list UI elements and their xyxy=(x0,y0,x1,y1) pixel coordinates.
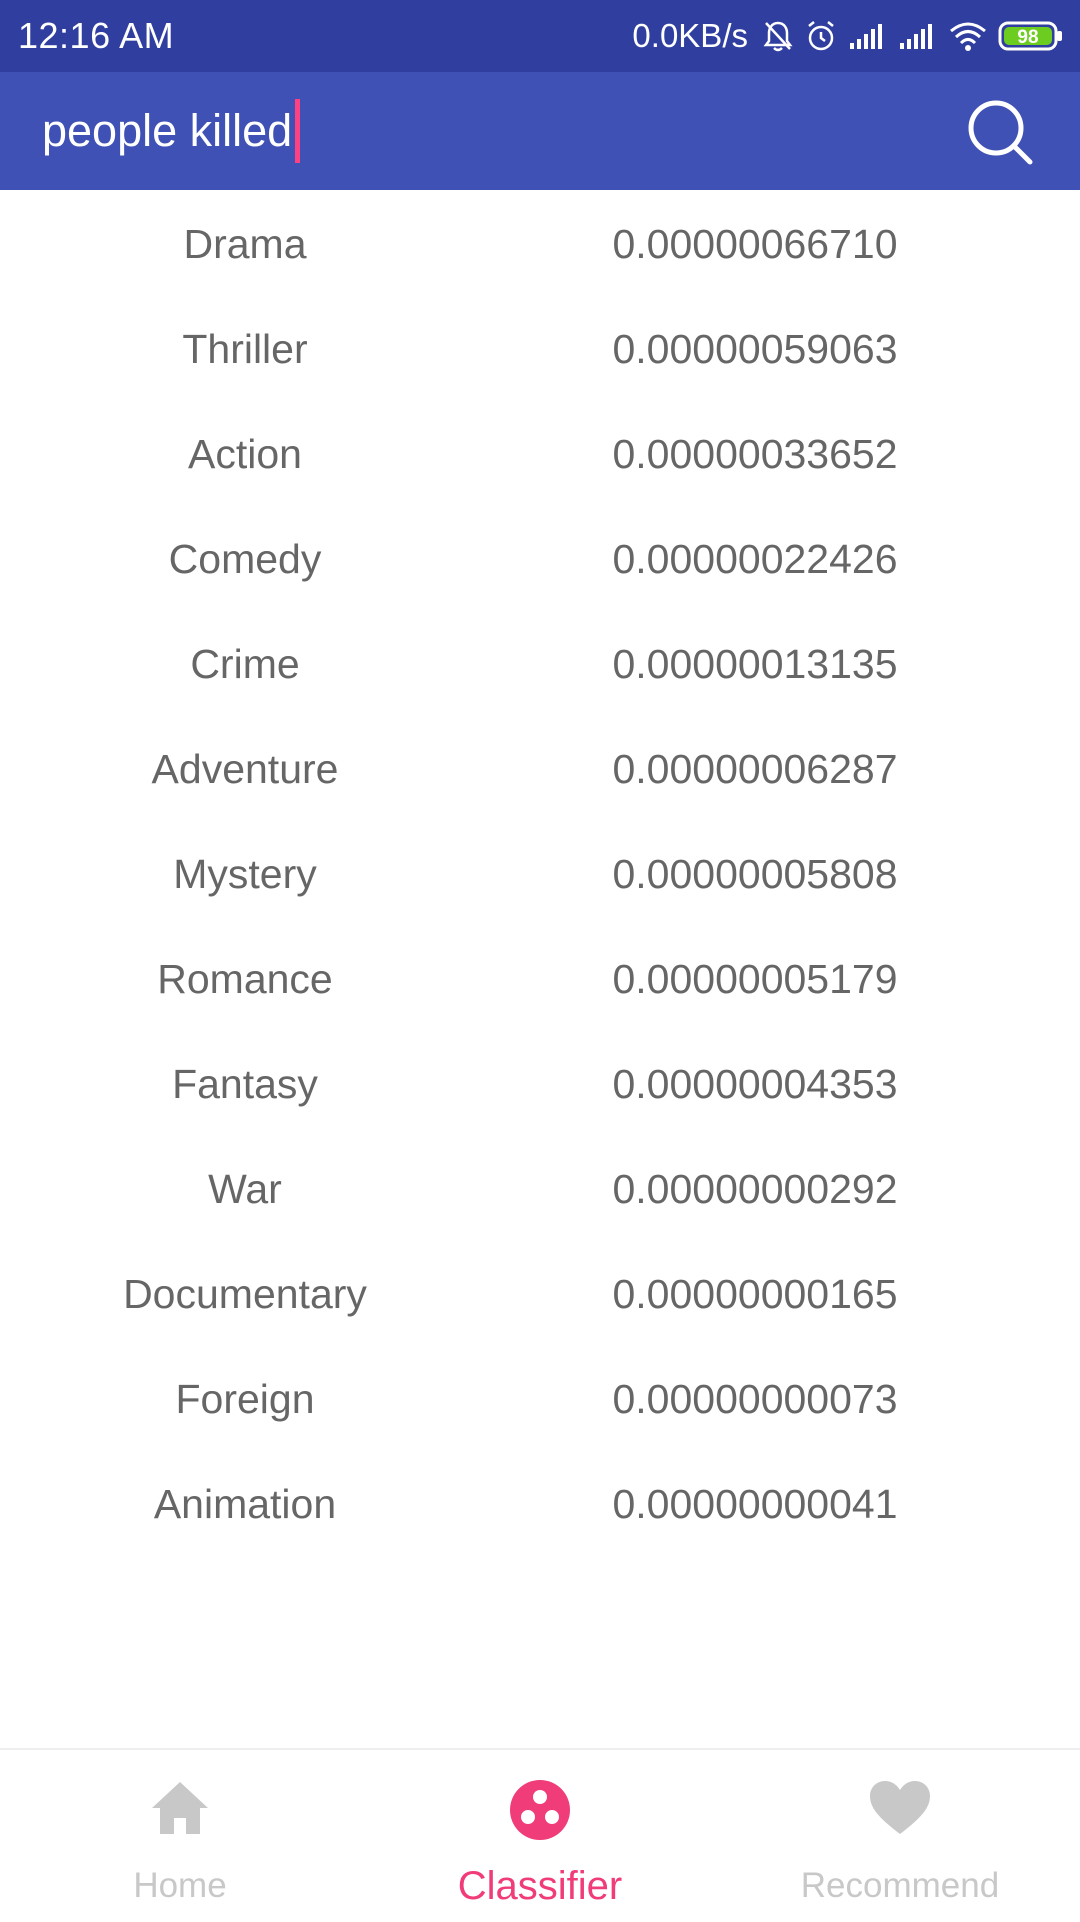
genre-row: Fantasy 0.00000004353 xyxy=(0,1032,1080,1137)
genre-name: War xyxy=(208,1166,282,1212)
genre-score: 0.00000006287 xyxy=(612,746,898,792)
battery-level: 98 xyxy=(1017,27,1038,48)
genre-name: Drama xyxy=(183,221,307,267)
genre-score: 0.00000022426 xyxy=(612,536,898,582)
nav-home-label: Home xyxy=(133,1866,227,1905)
genre-row: Crime 0.00000013135 xyxy=(0,612,1080,717)
genre-score: 0.00000005179 xyxy=(612,956,898,1002)
nav-classifier[interactable]: Classifier xyxy=(360,1750,720,1922)
bottom-navigation: Home Classifier Recommend xyxy=(0,1748,1080,1922)
genre-row: Romance 0.00000005179 xyxy=(0,927,1080,1032)
genre-name: Animation xyxy=(153,1481,337,1527)
genre-row: Adventure 0.00000006287 xyxy=(0,717,1080,822)
genre-score: 0.00000005808 xyxy=(612,851,898,897)
nav-recommend-label: Recommend xyxy=(800,1866,1000,1905)
genre-name: Comedy xyxy=(168,536,322,582)
classifier-icon xyxy=(510,1780,570,1840)
genre-name: Mystery xyxy=(173,851,317,897)
genre-row: War 0.00000000292 xyxy=(0,1137,1080,1242)
genre-row: Drama 0.00000066710 xyxy=(0,192,1080,297)
network-speed: 0.0KB/s xyxy=(632,17,748,54)
nav-recommend[interactable]: Recommend xyxy=(720,1750,1080,1922)
genre-score: 0.00000004353 xyxy=(612,1061,898,1107)
genre-score: 0.00000000041 xyxy=(612,1481,898,1527)
genre-name: Thriller xyxy=(182,326,308,372)
genre-score: 0.00000066710 xyxy=(612,221,898,267)
genre-score: 0.00000000073 xyxy=(612,1376,898,1422)
home-icon xyxy=(152,1782,208,1834)
genre-row: Action 0.00000033652 xyxy=(0,402,1080,507)
genre-name: Fantasy xyxy=(172,1061,318,1107)
genre-score: 0.00000000292 xyxy=(612,1166,898,1212)
genre-row: Animation 0.00000000041 xyxy=(0,1452,1080,1557)
genre-name: Documentary xyxy=(123,1271,367,1317)
status-bar: 12:16 AM 0.0KB/s 98 xyxy=(0,0,1080,72)
genre-name: Action xyxy=(188,431,302,477)
battery-icon: 98 xyxy=(998,21,1062,51)
genre-row: Foreign 0.00000000073 xyxy=(0,1347,1080,1452)
search-input[interactable]: people killed xyxy=(42,99,301,163)
genre-row: Documentary 0.00000000165 xyxy=(0,1242,1080,1347)
signal-icon xyxy=(900,24,932,49)
wifi-icon xyxy=(950,22,986,51)
genre-row: Mystery 0.00000005808 xyxy=(0,822,1080,927)
genre-name: Crime xyxy=(190,641,300,687)
genre-row: Thriller 0.00000059063 xyxy=(0,297,1080,402)
search-query[interactable]: people killed xyxy=(42,105,292,157)
genre-score: 0.00000033652 xyxy=(612,431,898,477)
genre-name: Foreign xyxy=(175,1376,315,1422)
search-icon[interactable] xyxy=(964,96,1036,168)
genre-name: Adventure xyxy=(151,746,339,792)
nav-home[interactable]: Home xyxy=(0,1750,360,1922)
heart-icon xyxy=(870,1781,930,1834)
genre-list: Drama 0.00000066710 Thriller 0.00000059063 A… xyxy=(0,192,1080,1557)
nav-classifier-label: Classifier xyxy=(457,1864,623,1908)
genre-score: 0.00000059063 xyxy=(612,326,898,372)
alarm-icon xyxy=(808,21,834,51)
text-cursor xyxy=(295,99,301,163)
signal-icon xyxy=(850,24,882,49)
genre-score: 0.00000013135 xyxy=(612,641,898,687)
status-time: 12:16 AM xyxy=(18,15,175,56)
genre-score: 0.00000000165 xyxy=(612,1271,898,1317)
status-icons: 0.0KB/s 98 xyxy=(632,12,1064,60)
toolbar: people killed xyxy=(0,72,1080,190)
genre-name: Romance xyxy=(157,956,333,1002)
genre-row: Comedy 0.00000022426 xyxy=(0,507,1080,612)
bell-muted-icon xyxy=(763,21,793,52)
